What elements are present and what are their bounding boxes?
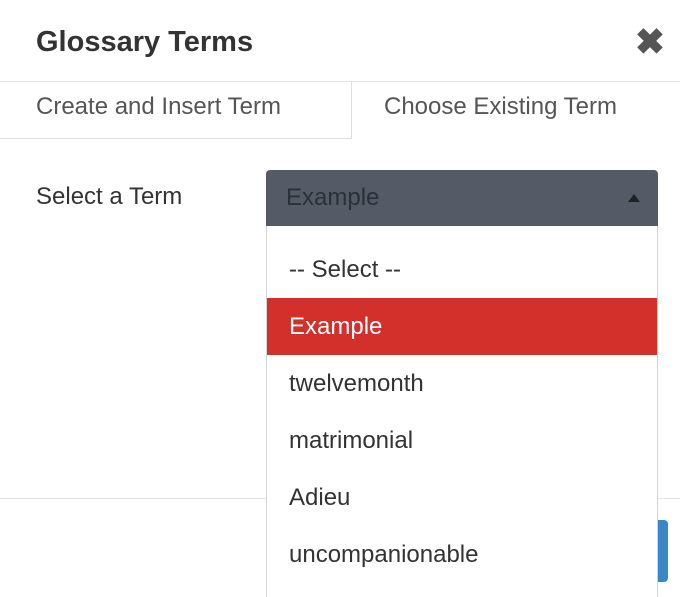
close-icon[interactable]: ✖: [630, 22, 670, 62]
tab-create-and-insert-term[interactable]: Create and Insert Term: [0, 82, 352, 139]
dropdown-option-select[interactable]: -- Select --: [267, 241, 657, 298]
dialog-title: Glossary Terms: [36, 26, 254, 58]
term-select[interactable]: Example: [266, 170, 658, 226]
dropdown-option-example[interactable]: Example: [267, 298, 657, 355]
caret-up-icon: [628, 194, 640, 202]
select-term-label: Select a Term: [36, 183, 183, 210]
tab-choose-existing-term[interactable]: Choose Existing Term: [352, 82, 680, 139]
term-dropdown-list: -- Select -- Example twelvemonth matrimo…: [266, 226, 658, 597]
dropdown-option-matrimonial[interactable]: matrimonial: [267, 412, 657, 469]
dropdown-option-adieu[interactable]: Adieu: [267, 469, 657, 526]
dropdown-option-uncompanionable[interactable]: uncompanionable: [267, 526, 657, 583]
dropdown-option-twelvemonth[interactable]: twelvemonth: [267, 355, 657, 412]
term-select-value: Example: [286, 184, 380, 211]
dialog-header: Glossary Terms ✖: [0, 0, 680, 82]
